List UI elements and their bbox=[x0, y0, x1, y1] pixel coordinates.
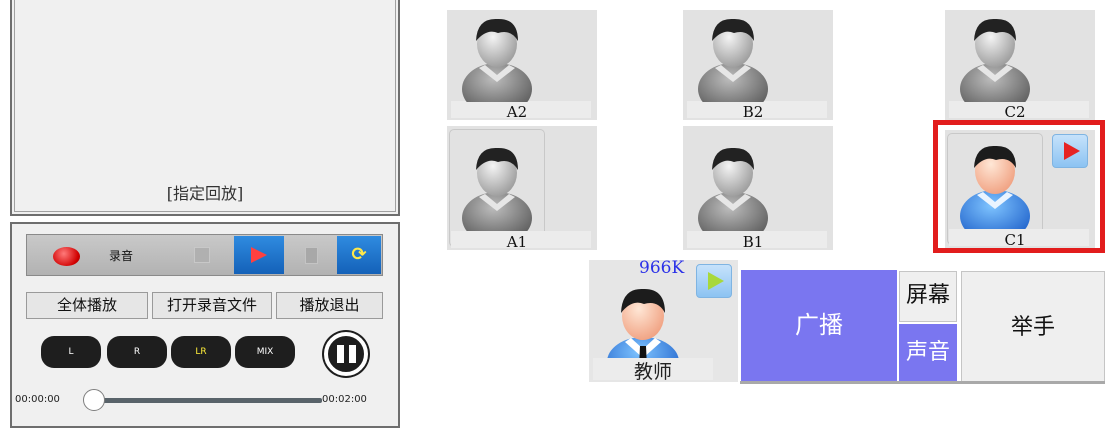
student-label: B1 bbox=[742, 233, 764, 251]
student-label: A2 bbox=[506, 103, 528, 121]
student-tile-b1[interactable]: B1 bbox=[683, 126, 833, 251]
save-button[interactable] bbox=[305, 247, 318, 264]
channel-mix-button[interactable]: MIX bbox=[235, 336, 295, 368]
student-icon bbox=[462, 147, 532, 231]
teacher-label: 教师 bbox=[593, 358, 713, 383]
slider-handle[interactable] bbox=[83, 389, 105, 411]
recording-toolbar: 录音 ⟳ bbox=[26, 234, 383, 276]
play-all-button[interactable]: 全体播放 bbox=[26, 292, 148, 319]
replay-panel: [指定回放] bbox=[10, 0, 400, 216]
broadcast-button[interactable]: 广播 bbox=[741, 270, 897, 381]
pause-button[interactable] bbox=[324, 332, 368, 376]
student-tile-a1[interactable]: A1 bbox=[447, 126, 597, 251]
channel-l-button[interactable]: L bbox=[41, 336, 101, 368]
bitrate-label: 966K bbox=[639, 258, 685, 278]
record-button[interactable] bbox=[53, 247, 80, 266]
loop-icon: ⟳ bbox=[351, 244, 367, 265]
stop-button[interactable] bbox=[194, 247, 210, 263]
exit-playback-button[interactable]: 播放退出 bbox=[276, 292, 383, 319]
play-icon bbox=[251, 247, 267, 263]
time-current: 00:00:00 bbox=[15, 394, 60, 405]
student-icon bbox=[960, 18, 1030, 102]
sound-button[interactable]: 声音 bbox=[899, 324, 957, 382]
channel-r-button[interactable]: R bbox=[107, 336, 167, 368]
student-tile-b2[interactable]: B2 bbox=[683, 10, 833, 121]
divider bbox=[740, 381, 1105, 384]
student-tile-a2[interactable]: A2 bbox=[447, 10, 597, 121]
screen-button[interactable]: 屏幕 bbox=[899, 271, 957, 322]
loop-button[interactable]: ⟳ bbox=[337, 236, 381, 274]
pause-icon bbox=[337, 345, 344, 363]
playback-slider[interactable] bbox=[97, 398, 322, 403]
record-label: 录音 bbox=[109, 249, 134, 263]
open-recording-button[interactable]: 打开录音文件 bbox=[152, 292, 272, 319]
teacher-tile[interactable]: 966K 教师 bbox=[589, 258, 738, 383]
teacher-play-button[interactable] bbox=[696, 264, 732, 298]
channel-lr-button[interactable]: LR bbox=[171, 336, 231, 368]
replay-label: [指定回放] bbox=[166, 184, 244, 203]
raise-hand-button[interactable]: 举手 bbox=[961, 271, 1105, 382]
student-tile-c2[interactable]: C2 bbox=[945, 10, 1095, 121]
selected-highlight bbox=[933, 120, 1105, 253]
student-label: C2 bbox=[1004, 103, 1026, 121]
student-icon bbox=[698, 147, 768, 231]
play-icon bbox=[708, 272, 724, 290]
time-total: 00:02:00 bbox=[322, 394, 367, 405]
recording-panel: 录音 ⟳ 全体播放 打开录音文件 播放退出 L R LR MIX 00:00:0… bbox=[10, 222, 400, 428]
student-label: B2 bbox=[742, 103, 764, 121]
student-label: A1 bbox=[506, 233, 528, 251]
play-button[interactable] bbox=[234, 236, 284, 274]
student-icon bbox=[462, 18, 532, 102]
student-icon bbox=[698, 18, 768, 102]
